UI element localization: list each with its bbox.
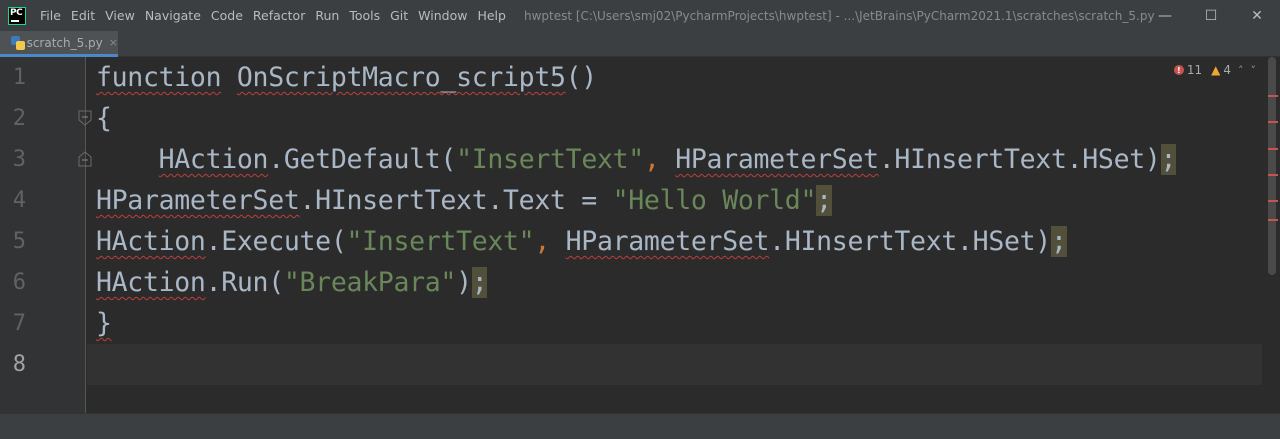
menu-help[interactable]: Help <box>473 0 512 31</box>
menu-refactor[interactable]: Refactor <box>249 0 311 31</box>
menu-view[interactable]: View <box>101 0 141 31</box>
error-marker[interactable] <box>1268 219 1278 221</box>
line-number: 1 <box>12 65 26 90</box>
code-token: HParameterSet <box>96 185 300 216</box>
semicolon: ; <box>1050 226 1067 257</box>
code-token: } <box>96 308 112 339</box>
code-token: HAction <box>96 226 206 257</box>
code-token: HAction <box>158 144 269 175</box>
line-number: 4 <box>12 188 26 213</box>
error-marker[interactable] <box>1268 174 1278 176</box>
python-file-icon <box>10 35 25 51</box>
string-literal: "InsertText" <box>456 144 644 175</box>
fold-collapse-icon[interactable] <box>76 109 94 127</box>
code-editor[interactable]: 1 2 3 4 5 6 7 8 function OnScriptMacro_s… <box>0 57 1280 413</box>
line-number: 6 <box>12 270 26 295</box>
code-line-6[interactable]: HAction.Run("BreakPara"); <box>96 262 488 303</box>
menu-run[interactable]: Run <box>311 0 345 31</box>
inspection-widget[interactable]: ! 11 ▲ 4 ˄ ˅ <box>1173 63 1257 77</box>
line-number: 5 <box>12 229 26 254</box>
tab-scratch-5[interactable]: scratch_5.py × <box>0 31 118 57</box>
line-number: 3 <box>12 147 26 172</box>
warning-icon: ▲ <box>1211 63 1221 77</box>
minimize-button[interactable]: — <box>1142 0 1188 31</box>
menu-git[interactable]: Git <box>386 0 414 31</box>
code-token: HParameterSet <box>675 144 879 175</box>
code-token: .Run( <box>205 267 285 298</box>
error-marker[interactable] <box>1268 95 1278 97</box>
tab-label: scratch_5.py <box>26 35 103 50</box>
line-number: 7 <box>12 311 26 336</box>
error-marker[interactable] <box>1268 200 1278 202</box>
code-token: .HInsertText.HSet) <box>769 226 1051 257</box>
code-token: OnScriptMacro_script5 <box>236 62 566 93</box>
string-literal: "BreakPara" <box>283 267 457 298</box>
close-button[interactable]: ✕ <box>1234 0 1280 31</box>
code-token: HParameterSet <box>565 226 770 257</box>
maximize-icon: ☐ <box>1204 7 1218 24</box>
code-line-2[interactable]: { <box>96 98 112 139</box>
error-stripe[interactable] <box>1264 57 1280 413</box>
code-line-8[interactable] <box>96 344 116 385</box>
semicolon: ; <box>1160 144 1177 175</box>
chevron-down-icon[interactable]: ˅ <box>1251 64 1257 77</box>
window-title: hwptest [C:\Users\smj02\PycharmProjects\… <box>523 8 1155 23</box>
string-literal: "InsertText" <box>346 226 535 257</box>
code-token: , <box>643 144 676 175</box>
code-line-3[interactable]: HAction.GetDefault("InsertText", HParame… <box>96 139 1176 180</box>
menu-tools[interactable]: Tools <box>345 0 386 31</box>
line-number-gutter[interactable]: 1 2 3 4 5 6 7 8 <box>0 57 92 413</box>
title-bar: PC File Edit View Navigate Code Refactor… <box>0 0 1280 31</box>
code-token: HAction <box>96 267 206 298</box>
menu-edit[interactable]: Edit <box>67 0 101 31</box>
main-menu: File Edit View Navigate Code Refactor Ru… <box>36 0 512 31</box>
line-number: 2 <box>12 106 26 131</box>
semicolon: ; <box>816 185 832 216</box>
code-line-5[interactable]: HAction.Execute("InsertText", HParameter… <box>96 221 1067 262</box>
code-line-4[interactable]: HParameterSet.HInsertText.Text = "Hello … <box>96 180 832 221</box>
menu-window[interactable]: Window <box>414 0 473 31</box>
maximize-button[interactable]: ☐ <box>1188 0 1234 31</box>
minimize-icon: — <box>1158 7 1172 24</box>
current-line-highlight <box>87 344 1262 385</box>
code-token: function <box>96 62 222 93</box>
window-controls: — ☐ ✕ <box>1142 0 1280 31</box>
chevron-up-icon[interactable]: ˄ <box>1238 64 1244 77</box>
close-icon: ✕ <box>1251 7 1263 24</box>
editor-tab-bar: scratch_5.py × <box>0 31 1280 57</box>
error-count: 11 <box>1186 63 1203 77</box>
fold-end-icon[interactable] <box>76 150 94 168</box>
code-token: ) <box>456 267 472 298</box>
code-line-7[interactable]: } <box>96 303 112 344</box>
code-token: .GetDefault( <box>268 144 457 175</box>
menu-file[interactable]: File <box>36 0 67 31</box>
code-token: { <box>96 103 112 134</box>
code-token: .HInsertText.Text = <box>299 185 613 216</box>
string-literal: "Hello World" <box>612 185 817 216</box>
pycharm-logo-icon[interactable]: PC <box>8 6 26 25</box>
code-token: () <box>565 62 598 93</box>
code-token: .HInsertText.HSet) <box>878 144 1161 175</box>
error-marker[interactable] <box>1268 148 1278 150</box>
code-line-1[interactable]: function OnScriptMacro_script5() <box>96 57 597 98</box>
warning-count: 4 <box>1223 63 1231 77</box>
scrollbar-thumb[interactable] <box>1268 57 1276 275</box>
tab-close-icon[interactable]: × <box>109 36 118 49</box>
semicolon: ; <box>471 267 488 298</box>
line-number-current: 8 <box>12 352 26 377</box>
code-token: , <box>534 226 566 257</box>
bottom-panel <box>0 413 1280 439</box>
code-token: .Execute( <box>205 226 347 257</box>
menu-navigate[interactable]: Navigate <box>141 0 207 31</box>
menu-code[interactable]: Code <box>207 0 249 31</box>
error-marker[interactable] <box>1268 121 1278 123</box>
error-icon: ! <box>1173 65 1184 75</box>
